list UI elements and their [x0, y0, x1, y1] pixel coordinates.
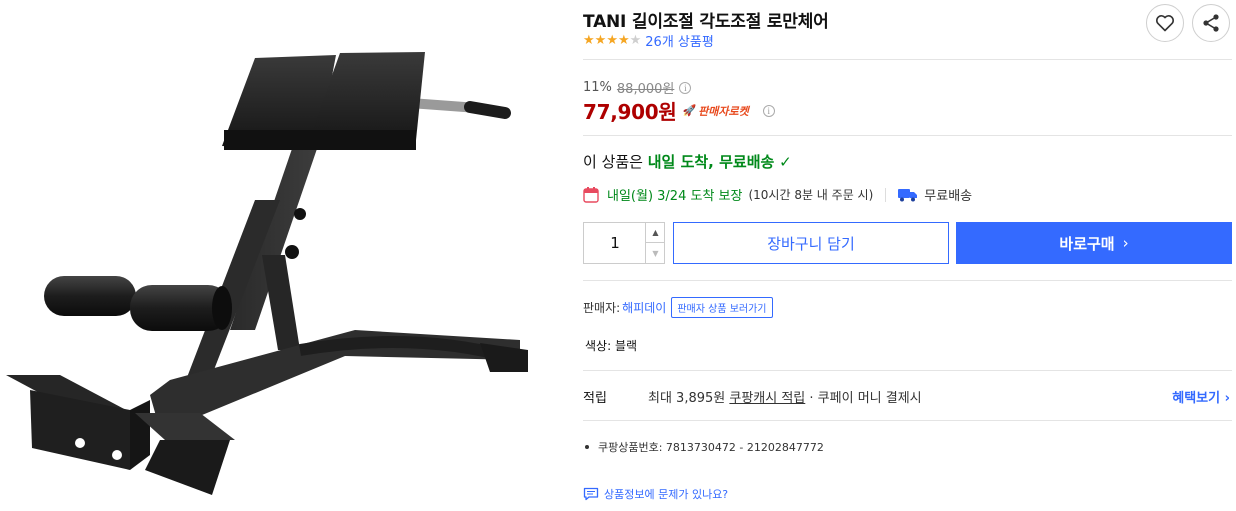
- reward-label: 적립: [583, 391, 607, 406]
- share-icon: [1203, 14, 1219, 32]
- delivery-headline-highlight: 내일 도착, 무료배송: [647, 153, 775, 171]
- product-image: [0, 0, 560, 511]
- divider: [583, 280, 1232, 281]
- info-icon[interactable]: i: [679, 81, 692, 94]
- buy-now-label: 바로구매: [1059, 234, 1115, 253]
- product-number-item: 쿠팡상품번호: 7813730472 - 21202847772: [583, 439, 824, 455]
- reward-prefix: 최대 3,895원: [648, 391, 730, 406]
- divider: [583, 135, 1232, 136]
- arrival-row: 내일(월) 3/24 도착 보장 (10시간 8분 내 주문 시) 무료배송: [583, 185, 972, 204]
- discount-rate: 11%: [583, 80, 612, 95]
- quantity-down-button[interactable]: ▼: [645, 243, 665, 263]
- original-price-row: 11% 88,000원 i: [583, 78, 692, 97]
- add-to-cart-label: 장바구니 담기: [767, 234, 855, 253]
- original-price: 88,000원: [616, 82, 675, 97]
- color-option: 색상: 블랙: [585, 339, 638, 353]
- wishlist-button[interactable]: [1146, 4, 1184, 42]
- rocket-icon: 🚀: [682, 104, 697, 117]
- add-to-cart-button[interactable]: 장바구니 담기: [673, 222, 949, 264]
- reward-row: 적립 최대 3,895원 쿠팡캐시 적립 · 쿠페이 머니 결제시 혜택보기 ›: [583, 387, 1232, 406]
- seller-rocket-label: 판매자로켓: [698, 104, 749, 118]
- sale-price: 77,900원: [583, 100, 677, 124]
- info-icon[interactable]: i: [762, 104, 775, 117]
- truck-icon: [898, 188, 918, 201]
- check-icon: ✓: [774, 153, 792, 171]
- product-info-panel: TANI 길이조절 각도조절 로만체어 ★ ★ ★ ★ ★ 26개 상품평 11…: [583, 0, 1232, 511]
- heart-outline-icon: [1156, 15, 1174, 32]
- chevron-down-icon: ▼: [652, 248, 659, 258]
- delivery-headline-prefix: 이 상품은: [583, 153, 648, 171]
- report-issue-label: 상품정보에 문제가 있나요?: [604, 488, 729, 501]
- view-benefits-label: 혜택보기: [1172, 391, 1221, 406]
- product-number: 쿠팡상품번호: 7813730472 - 21202847772: [598, 441, 824, 454]
- report-issue-link[interactable]: 상품정보에 문제가 있나요?: [583, 486, 728, 502]
- divider: [583, 370, 1232, 371]
- speech-bubble-icon: [583, 487, 599, 501]
- delivery-headline: 이 상품은 내일 도착, 무료배송 ✓: [583, 151, 792, 172]
- reward-text: 최대 3,895원 쿠팡캐시 적립 · 쿠페이 머니 결제시: [648, 387, 922, 406]
- divider: [583, 420, 1232, 421]
- star-icon: ★: [583, 32, 595, 48]
- roman-chair-illustration: [6, 52, 528, 495]
- separator: [885, 187, 887, 202]
- reward-suffix: · 쿠페이 머니 결제시: [805, 391, 922, 406]
- chevron-up-icon: ▲: [652, 228, 659, 237]
- buy-now-button[interactable]: 바로구매 ›: [956, 222, 1232, 264]
- view-benefits-link[interactable]: 혜택보기 ›: [1172, 387, 1230, 406]
- sale-price-row: 77,900원 🚀 판매자로켓 i: [583, 96, 775, 125]
- seller-rocket-badge: 🚀 판매자로켓: [682, 103, 748, 119]
- bullet-icon: [585, 445, 589, 449]
- quantity-stepper: 1 ▲ ▼: [583, 222, 665, 264]
- quantity-up-button[interactable]: ▲: [645, 223, 665, 243]
- product-title: TANI 길이조절 각도조절 로만체어: [583, 12, 829, 32]
- quantity-input[interactable]: 1: [584, 223, 646, 263]
- star-icon: ★: [617, 32, 630, 48]
- star-icon: ★: [606, 32, 618, 48]
- divider: [583, 59, 1232, 60]
- star-icon: ★: [594, 32, 607, 48]
- seller-row: 판매자: 해피데이 판매자 상품 보러가기: [583, 297, 773, 318]
- review-count-link[interactable]: 26개 상품평: [645, 31, 714, 50]
- chevron-right-icon: ›: [1224, 391, 1230, 406]
- rating-row[interactable]: ★ ★ ★ ★ ★ 26개 상품평: [583, 31, 714, 50]
- chevron-right-icon: ›: [1122, 234, 1129, 252]
- arrival-date: 내일(월) 3/24 도착 보장: [607, 189, 743, 204]
- seller-label: 판매자:: [583, 301, 621, 315]
- arrival-note: (10시간 8분 내 주문 시): [748, 188, 874, 202]
- seller-products-link[interactable]: 판매자 상품 보러가기: [671, 297, 773, 318]
- seller-name-link[interactable]: 해피데이: [622, 299, 666, 316]
- calendar-icon: [583, 187, 599, 203]
- star-empty-icon: ★: [629, 32, 642, 48]
- free-shipping-label: 무료배송: [924, 189, 973, 204]
- star-rating: ★ ★ ★ ★ ★: [583, 32, 642, 48]
- coupang-cash-link[interactable]: 쿠팡캐시 적립: [729, 391, 805, 406]
- share-button[interactable]: [1192, 4, 1230, 42]
